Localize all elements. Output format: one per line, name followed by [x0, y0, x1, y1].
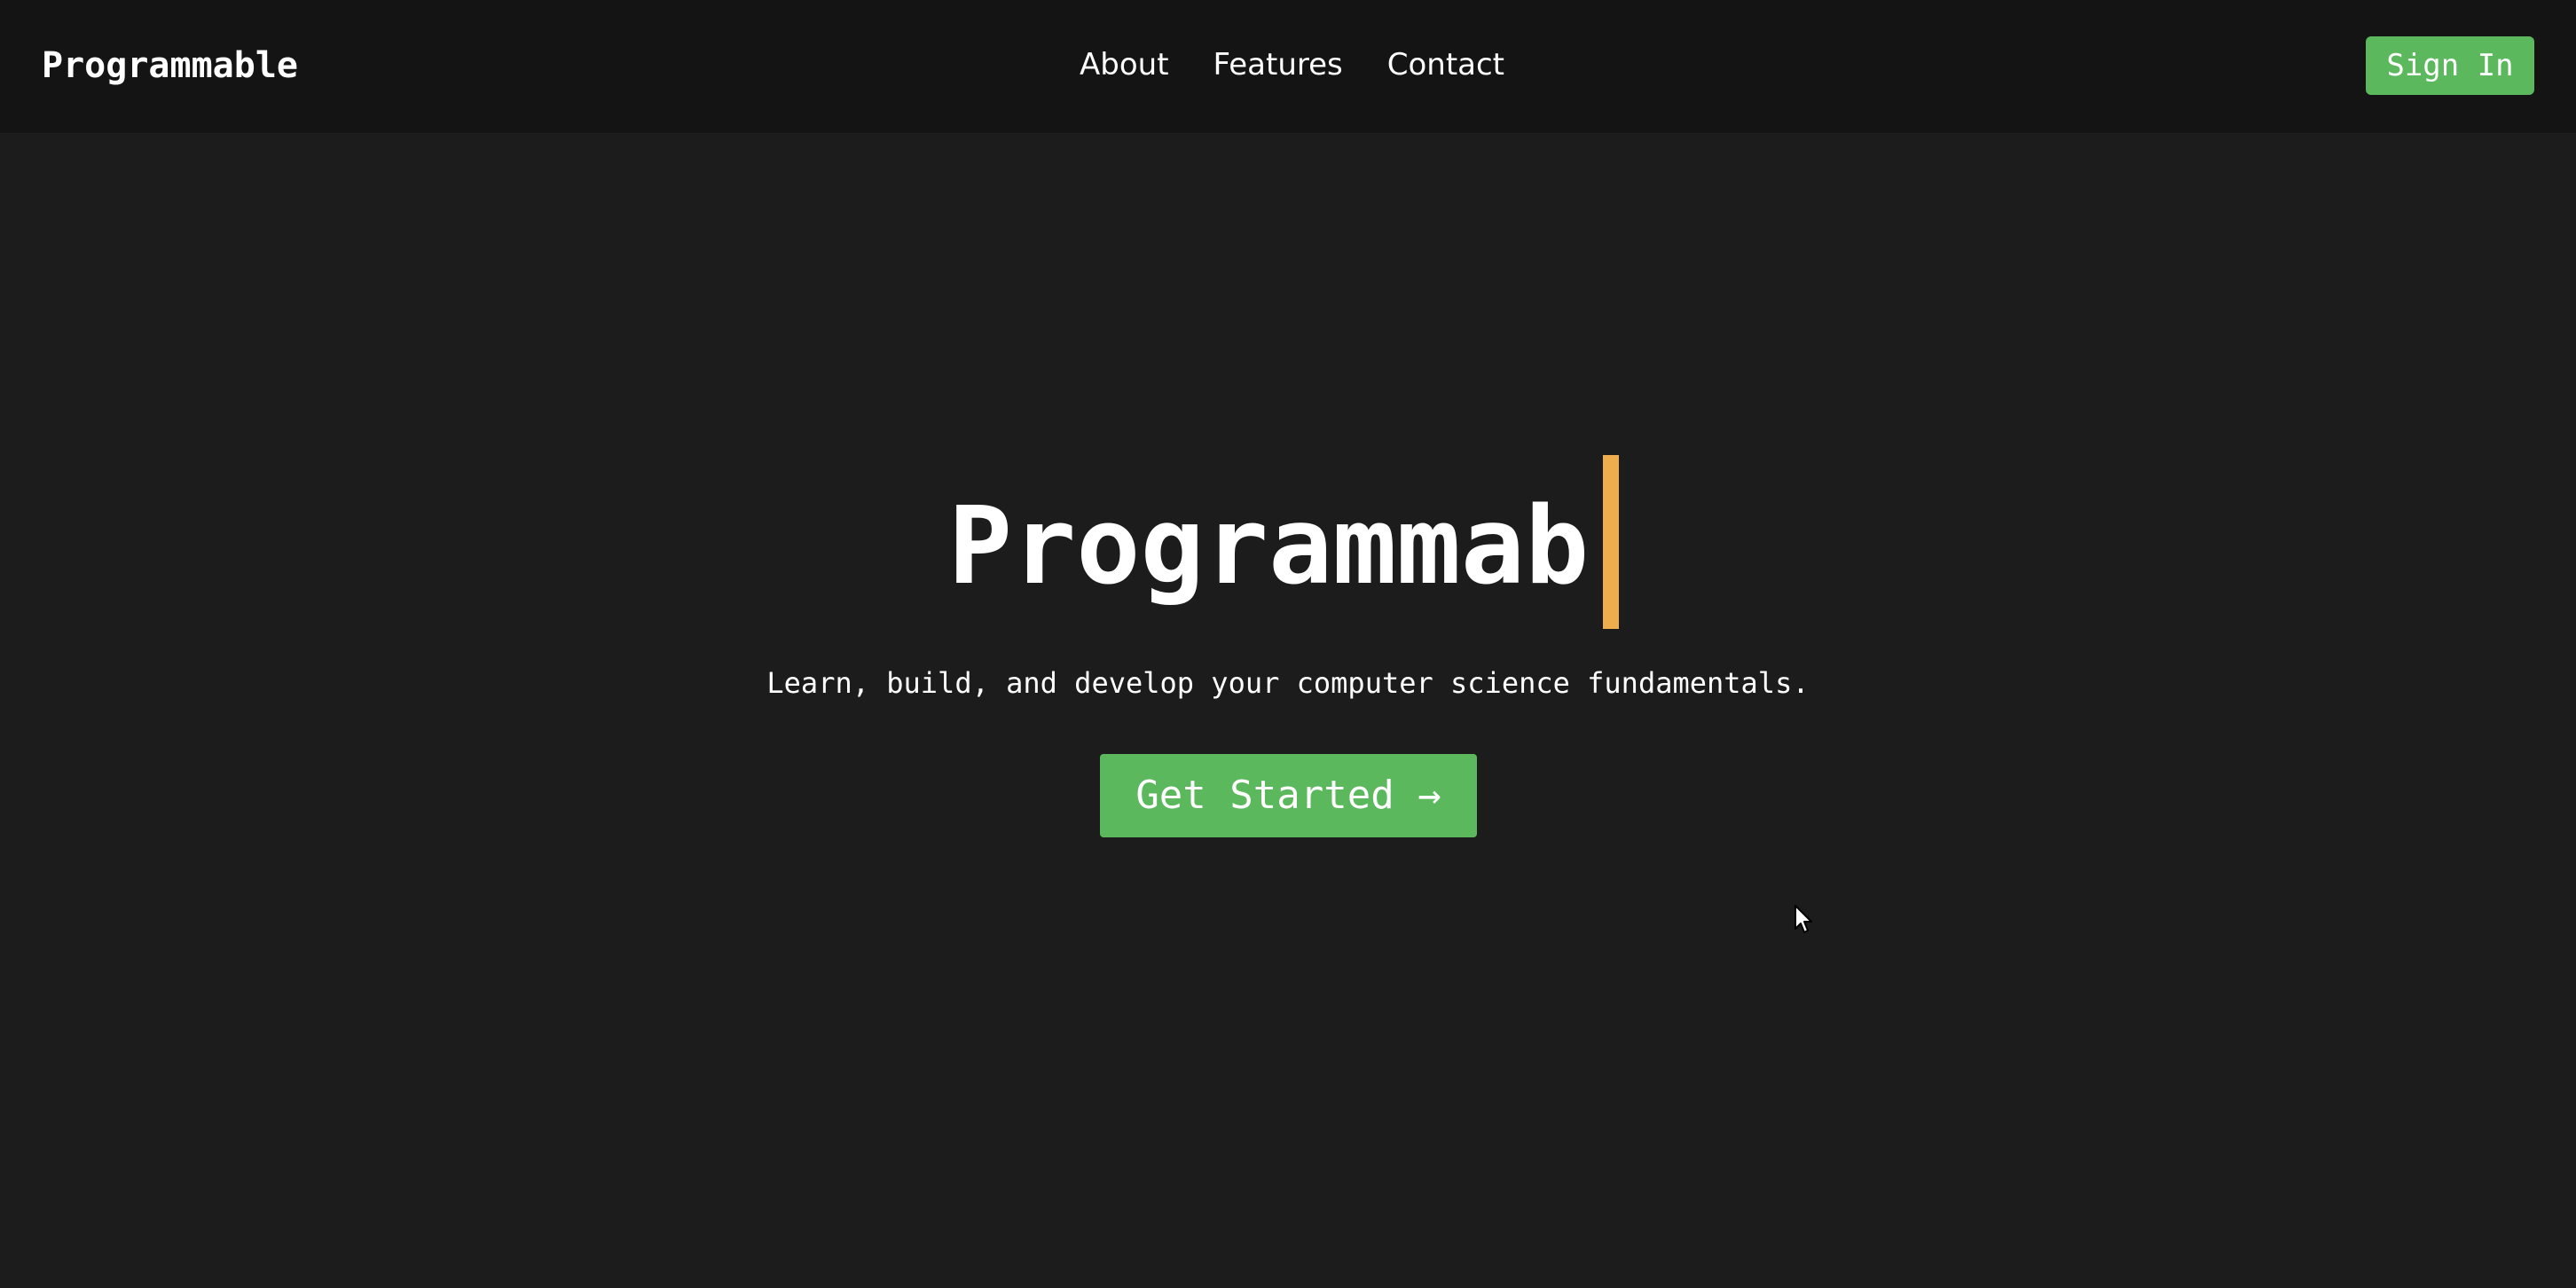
sign-in-button[interactable]: Sign In: [2366, 36, 2534, 95]
mouse-pointer-icon: [1795, 905, 1812, 933]
hero-title-text: Programmab: [947, 485, 1590, 609]
nav-link-about[interactable]: About: [1080, 44, 1169, 85]
typing-caret-icon: [1603, 455, 1620, 630]
brand-logo[interactable]: Programmable: [42, 44, 298, 87]
nav-link-contact[interactable]: Contact: [1387, 44, 1504, 85]
top-navbar: Programmable About Features Contact Sign…: [0, 0, 2576, 134]
hero-subtitle: Learn, build, and develop your computer …: [766, 666, 1810, 700]
get-started-button[interactable]: Get Started →: [1100, 754, 1477, 837]
hero-title: Programmab: [0, 444, 2576, 645]
main-nav: About Features Contact: [1080, 44, 1504, 85]
nav-link-features[interactable]: Features: [1213, 44, 1343, 85]
